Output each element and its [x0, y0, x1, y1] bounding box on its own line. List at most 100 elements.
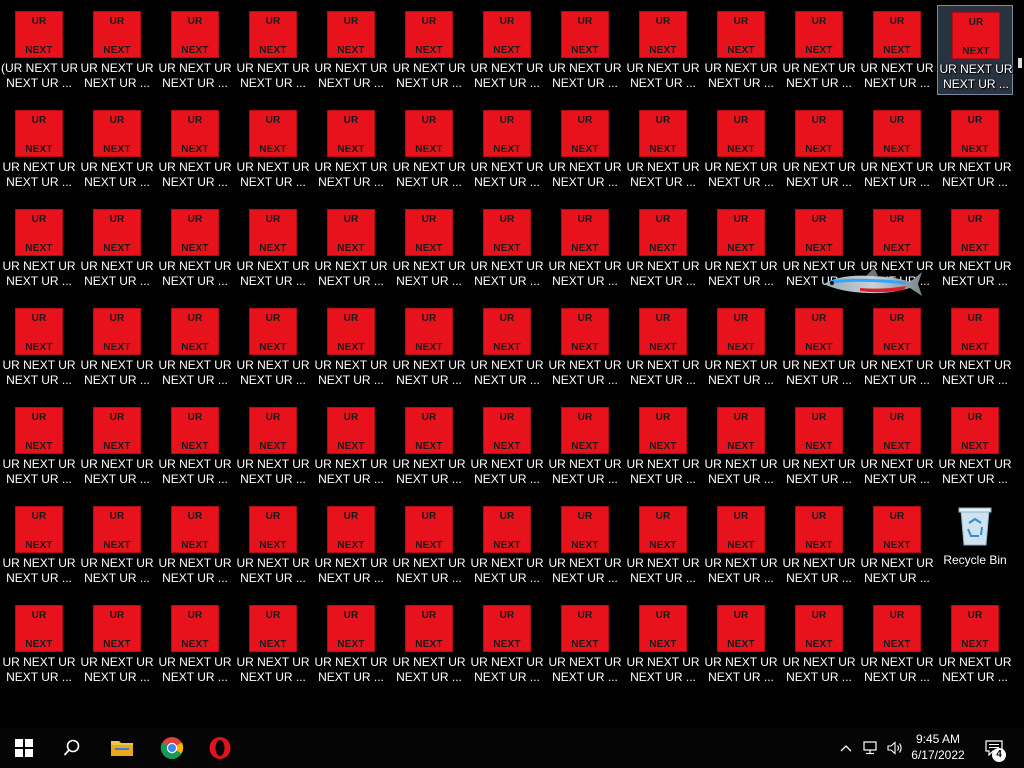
desktop-icon-ur-next[interactable]: UR NEXT UR NEXT URNEXT UR ... [235, 302, 311, 392]
desktop-icon-ur-next[interactable]: UR NEXT UR NEXT URNEXT UR ... [781, 5, 857, 95]
desktop-icon-ur-next[interactable]: UR NEXT UR NEXT URNEXT UR ... [157, 104, 233, 194]
desktop-icon-ur-next[interactable]: UR NEXT UR NEXT URNEXT UR ... [469, 203, 545, 293]
desktop-icon-ur-next[interactable]: UR NEXT UR NEXT URNEXT UR ... [79, 401, 155, 491]
desktop-icon-ur-next[interactable]: UR NEXT UR NEXT URNEXT UR ... [937, 203, 1013, 293]
desktop-icon-ur-next[interactable]: UR NEXT UR NEXT URNEXT UR ... [79, 104, 155, 194]
desktop-icon-ur-next[interactable]: UR NEXT UR NEXT URNEXT UR ... [79, 302, 155, 392]
desktop-icon-ur-next[interactable]: UR NEXT UR NEXT URNEXT UR ... [1, 104, 77, 194]
desktop-icon-ur-next[interactable]: UR NEXT UR NEXT URNEXT UR ... [547, 302, 623, 392]
desktop-icon-ur-next[interactable]: UR NEXT UR NEXT URNEXT UR ... [235, 500, 311, 590]
show-hidden-icons-button[interactable] [836, 728, 856, 768]
desktop-icon-ur-next[interactable]: UR NEXT UR NEXT URNEXT UR ... [703, 5, 779, 95]
desktop-icon-ur-next[interactable]: UR NEXT UR NEXT URNEXT UR ... [157, 302, 233, 392]
desktop-icon-ur-next[interactable]: UR NEXT UR NEXT URNEXT UR ... [157, 5, 233, 95]
desktop-icon-ur-next[interactable]: UR NEXT UR NEXT URNEXT UR ... [313, 401, 389, 491]
start-button[interactable] [0, 728, 48, 768]
desktop-icon-ur-next[interactable]: UR NEXT UR NEXT URNEXT UR ... [469, 104, 545, 194]
desktop-icon-ur-next[interactable]: UR NEXT UR NEXT URNEXT UR ... [547, 203, 623, 293]
desktop-icon-ur-next[interactable]: UR NEXT UR NEXT URNEXT UR ... [157, 599, 233, 689]
recycle-bin-desktop-icon[interactable]: Recycle Bin [937, 500, 1013, 590]
desktop-icon-ur-next[interactable]: UR NEXT UR NEXT URNEXT UR ... [703, 302, 779, 392]
desktop-icon-ur-next[interactable]: UR NEXT UR NEXT URNEXT UR ... [1, 203, 77, 293]
desktop-icon-ur-next[interactable]: UR NEXT UR NEXT URNEXT UR ... [391, 5, 467, 95]
desktop-icon-ur-next[interactable]: UR NEXT UR NEXT URNEXT UR ... [391, 401, 467, 491]
desktop-icon-ur-next[interactable]: UR NEXT UR NEXT URNEXT UR ... [625, 5, 701, 95]
desktop-icon-ur-next[interactable]: UR NEXT UR NEXT URNEXT UR ... [235, 203, 311, 293]
desktop-icon-ur-next[interactable]: UR NEXT UR NEXT URNEXT UR ... [157, 500, 233, 590]
desktop-icon-ur-next[interactable]: UR NEXT UR NEXT URNEXT UR ... [469, 5, 545, 95]
desktop-icon-ur-next[interactable]: UR NEXT UR NEXT URNEXT UR ... [859, 401, 935, 491]
desktop-icon-ur-next[interactable]: UR NEXT UR NEXT URNEXT UR ... [547, 5, 623, 95]
desktop-icon-ur-next[interactable]: UR NEXT UR NEXT URNEXT UR ... [391, 104, 467, 194]
desktop-icon-ur-next[interactable]: UR NEXT UR NEXT URNEXT UR ... [625, 599, 701, 689]
desktop-icon-ur-next[interactable]: UR NEXT UR NEXT URNEXT UR ... [625, 302, 701, 392]
desktop-icon-ur-next[interactable]: UR NEXT UR NEXT URNEXT UR ... [313, 599, 389, 689]
desktop-icon-ur-next[interactable]: UR NEXT UR NEXT URNEXT UR ... [391, 203, 467, 293]
chrome-button[interactable] [148, 728, 196, 768]
desktop-icon-ur-next[interactable]: UR NEXT UR NEXT URNEXT UR ... [469, 599, 545, 689]
desktop-icon-ur-next[interactable]: UR NEXT UR NEXT URNEXT UR ... [469, 302, 545, 392]
desktop-icon-ur-next[interactable]: UR NEXT UR NEXT URNEXT UR ... [79, 599, 155, 689]
desktop-icon-ur-next[interactable]: UR NEXT UR NEXT URNEXT UR ... [937, 401, 1013, 491]
desktop-icon-ur-next[interactable]: UR NEXT UR NEXT URNEXT UR ... [703, 203, 779, 293]
desktop-icon-ur-next[interactable]: UR NEXT UR NEXT URNEXT UR ... [313, 5, 389, 95]
desktop-icon-ur-next[interactable]: UR NEXT UR NEXT URNEXT UR ... [859, 104, 935, 194]
desktop-icon-ur-next[interactable]: UR NEXT UR NEXT URNEXT UR ... [625, 104, 701, 194]
desktop-icon-ur-next[interactable]: UR NEXT UR NEXT URNEXT UR ... [157, 203, 233, 293]
desktop-icon-ur-next[interactable]: UR NEXT UR NEXT URNEXT UR ... [79, 203, 155, 293]
desktop[interactable]: UR NEXT (UR NEXT UR. NEXT UR ... UR NEXT UR NE… [0, 0, 1024, 728]
desktop-icon-ur-next[interactable]: UR NEXT UR NEXT URNEXT UR ... [703, 500, 779, 590]
desktop-icon-ur-next[interactable]: UR NEXT UR NEXT URNEXT UR ... [781, 401, 857, 491]
desktop-icon-ur-next[interactable]: UR NEXT UR NEXT URNEXT UR ... [1, 599, 77, 689]
desktop-icon-ur-next[interactable]: UR NEXT UR NEXT URNEXT UR ... [391, 599, 467, 689]
desktop-icon-ur-next[interactable]: UR NEXT UR NEXT URNEXT UR ... [859, 599, 935, 689]
desktop-icon-ur-next[interactable]: UR NEXT UR NEXT URNEXT UR ... [547, 599, 623, 689]
opera-button[interactable] [196, 728, 244, 768]
desktop-icon-ur-next[interactable]: UR NEXT UR NEXT URNEXT UR ... [79, 500, 155, 590]
search-button[interactable] [48, 728, 96, 768]
desktop-icon-ur-next[interactable]: UR NEXT UR NEXT URNEXT UR ... [781, 302, 857, 392]
desktop-icon-ur-next[interactable]: UR NEXT UR NEXT URNEXT UR ... [235, 5, 311, 95]
desktop-icon-ur-next[interactable]: UR NEXT UR NEXT URNEXT UR ... [937, 104, 1013, 194]
desktop-icon-ur-next[interactable]: UR NEXT (UR NEXT UR. NEXT UR ... [1, 5, 77, 95]
desktop-icon-ur-next[interactable]: UR NEXT UR NEXT URNEXT UR ... [937, 599, 1013, 689]
desktop-icon-ur-next[interactable]: UR NEXT UR NEXT URNEXT UR ... [703, 599, 779, 689]
desktop-icon-ur-next[interactable]: UR NEXT UR NEXT URNEXT UR ... [859, 5, 935, 95]
desktop-icon-ur-next[interactable]: UR NEXT UR NEXT URNEXT UR ... [469, 500, 545, 590]
desktop-icon-ur-next[interactable]: UR NEXT UR NEXT URNEXT UR ... [703, 104, 779, 194]
desktop-icon-ur-next[interactable]: UR NEXT UR NEXT URNEXT UR ... [859, 302, 935, 392]
desktop-icon-ur-next[interactable]: UR NEXT UR NEXT URNEXT UR ... [625, 401, 701, 491]
taskbar-clock[interactable]: 9:45 AM 6/17/2022 [904, 731, 972, 765]
desktop-icon-ur-next[interactable]: UR NEXT UR NEXT URNEXT UR ... [547, 401, 623, 491]
action-center-button[interactable] [980, 728, 1008, 768]
desktop-icon-ur-next[interactable]: UR NEXT UR NEXT URNEXT UR ... [1, 401, 77, 491]
desktop-icon-ur-next[interactable]: UR NEXT UR NEXT URNEXT UR ... [1, 302, 77, 392]
desktop-icon-ur-next[interactable]: UR NEXT UR NEXT URNEXT UR ... [703, 401, 779, 491]
desktop-icon-ur-next[interactable]: UR NEXT UR NEXT URNEXT UR ... [79, 5, 155, 95]
desktop-icon-ur-next[interactable]: UR NEXT UR NEXT URNEXT UR ... [547, 104, 623, 194]
file-explorer-button[interactable] [98, 728, 146, 768]
desktop-icon-ur-next[interactable]: UR NEXT UR NEXT URNEXT UR ... [391, 302, 467, 392]
desktop-icon-ur-next[interactable]: UR NEXT UR NEXT URNEXT UR ... [235, 599, 311, 689]
desktop-icon-ur-next[interactable]: UR NEXT UR NEXT URNEXT UR ... [781, 500, 857, 590]
desktop-icon-ur-next[interactable]: UR NEXT UR NEXT URNEXT UR ... [781, 104, 857, 194]
desktop-icon-ur-next[interactable]: UR NEXT UR NEXT URNEXT UR ... [781, 599, 857, 689]
desktop-icon-ur-next[interactable]: UR NEXT UR NEXT URNEXT UR ... [313, 302, 389, 392]
desktop-icon-ur-next[interactable]: UR NEXT UR NEXT URNEXT UR ... [313, 500, 389, 590]
desktop-icon-ur-next[interactable]: UR NEXT UR NEXT URNEXT UR ... [157, 401, 233, 491]
desktop-icon-ur-next[interactable]: UR NEXT UR NEXT URNEXT UR ... [313, 203, 389, 293]
volume-button[interactable] [884, 728, 906, 768]
desktop-icon-ur-next[interactable]: UR NEXT UR NEXT URNEXT UR ... [391, 500, 467, 590]
desktop-icon-ur-next[interactable]: UR NEXT UR NEXT URNEXT UR ... [625, 203, 701, 293]
desktop-icon-ur-next[interactable]: UR NEXT UR NEXT URNEXT UR ... [937, 5, 1013, 95]
desktop-icon-ur-next[interactable]: UR NEXT UR NEXT URNEXT UR ... [235, 401, 311, 491]
desktop-icon-ur-next[interactable]: UR NEXT UR NEXT URNEXT UR ... [547, 500, 623, 590]
desktop-icon-ur-next[interactable]: UR NEXT UR NEXT URNEXT UR ... [937, 302, 1013, 392]
desktop-icon-ur-next[interactable]: UR NEXT UR NEXT URNEXT UR ... [1, 500, 77, 590]
desktop-icon-ur-next[interactable]: UR NEXT UR NEXT URNEXT UR ... [859, 500, 935, 590]
network-button[interactable] [860, 728, 882, 768]
desktop-icon-ur-next[interactable]: UR NEXT UR NEXT URNEXT UR ... [235, 104, 311, 194]
desktop-icon-ur-next[interactable]: UR NEXT UR NEXT URNEXT UR ... [469, 401, 545, 491]
desktop-icon-ur-next[interactable]: UR NEXT UR NEXT URNEXT UR ... [313, 104, 389, 194]
desktop-icon-ur-next[interactable]: UR NEXT UR NEXT URNEXT UR ... [625, 500, 701, 590]
